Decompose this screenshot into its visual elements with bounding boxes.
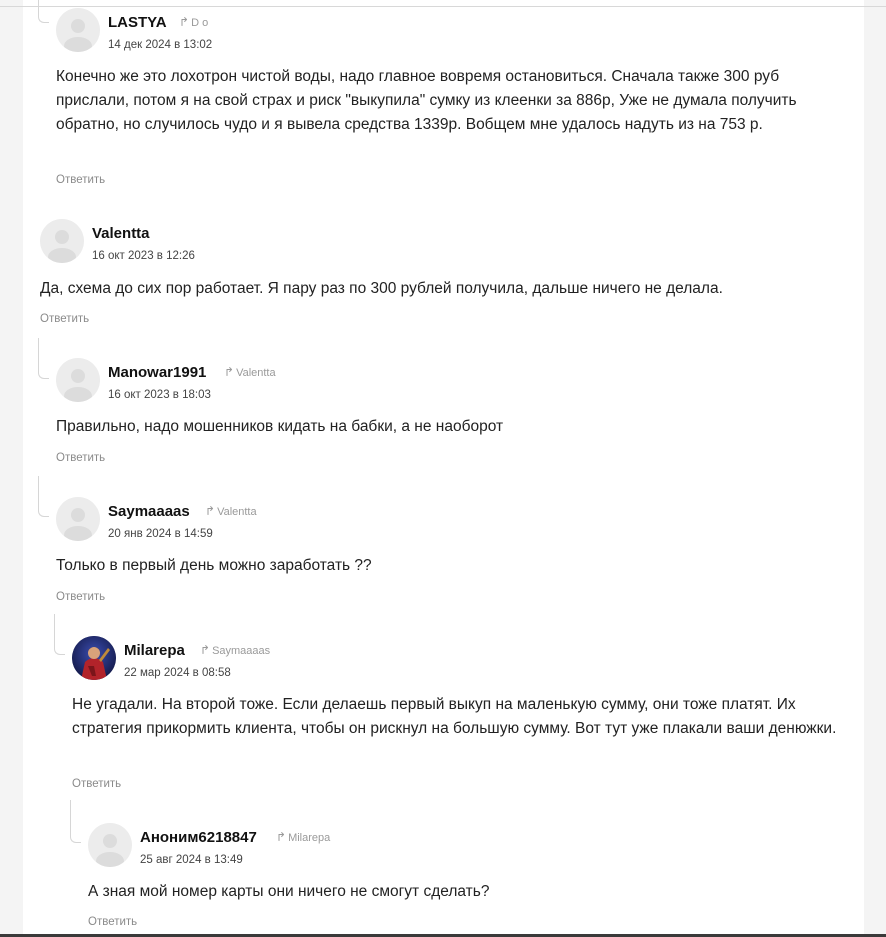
author-name[interactable]: Аноним6218847 bbox=[140, 829, 257, 846]
comment: Saymaaaas ↱ Valentta 20 янв 2024 в 14:59 … bbox=[56, 497, 846, 607]
comment-text: Да, схема до сих пор работает. Я пару ра… bbox=[40, 280, 723, 297]
user-placeholder-icon bbox=[56, 8, 100, 52]
author-name[interactable]: Milarepa bbox=[124, 642, 185, 659]
reply-button[interactable]: Ответить bbox=[56, 174, 105, 186]
comment-date: 22 мар 2024 в 08:58 bbox=[124, 667, 231, 679]
comment-date: 25 авг 2024 в 13:49 bbox=[140, 854, 243, 866]
reply-button[interactable]: Ответить bbox=[72, 778, 121, 790]
thread-line bbox=[38, 0, 49, 23]
reply-to-label[interactable]: ↱ Valentta bbox=[205, 504, 257, 518]
author-name[interactable]: Manowar1991 bbox=[108, 364, 206, 381]
comment: Manowar1991 ↱ Valentta 16 окт 2023 в 18:0… bbox=[56, 358, 846, 468]
thread-line bbox=[38, 476, 49, 517]
reply-arrow-icon: ↱ bbox=[179, 15, 190, 29]
comment-text: Только в первый день можно заработать ?? bbox=[56, 557, 372, 574]
comment-text: Конечно же это лохотрон чистой воды, над… bbox=[56, 68, 797, 133]
avatar[interactable] bbox=[40, 219, 84, 263]
comment: Milarepa ↱ Saymaaaas 22 мар 2024 в 08:58 … bbox=[72, 636, 847, 796]
reply-button[interactable]: Ответить bbox=[88, 916, 137, 928]
thread-line bbox=[38, 338, 49, 379]
reply-button[interactable]: Ответить bbox=[56, 452, 105, 464]
comment-text: А зная мой номер карты они ничего не смо… bbox=[88, 883, 490, 900]
avatar[interactable] bbox=[56, 497, 100, 541]
avatar[interactable] bbox=[88, 823, 132, 867]
comment: Valentta 16 окт 2023 в 12:26 Да, схема д… bbox=[40, 219, 850, 329]
author-name[interactable]: LASTYA bbox=[108, 14, 167, 31]
reply-to-label[interactable]: ↱ D o bbox=[179, 15, 208, 29]
reply-arrow-icon: ↱ bbox=[200, 643, 211, 657]
comment: Аноним6218847 ↱ Milarepa 25 авг 2024 в 13… bbox=[88, 823, 848, 933]
thread-line bbox=[54, 614, 65, 655]
reply-button[interactable]: Ответить bbox=[56, 591, 105, 603]
comment-date: 20 янв 2024 в 14:59 bbox=[108, 528, 213, 540]
reply-arrow-icon: ↱ bbox=[224, 365, 235, 379]
avatar[interactable] bbox=[72, 636, 116, 680]
reply-to-label[interactable]: ↱ Saymaaaas bbox=[200, 643, 270, 657]
user-placeholder-icon bbox=[88, 823, 132, 867]
user-avatar-image bbox=[72, 636, 116, 680]
reply-to-label[interactable]: ↱ Valentta bbox=[224, 365, 276, 379]
avatar[interactable] bbox=[56, 8, 100, 52]
comment: LASTYA ↱ D o 14 дек 2024 в 13:02 Конечно … bbox=[56, 8, 856, 193]
thread-line bbox=[70, 800, 81, 843]
comment-date: 16 окт 2023 в 12:26 bbox=[92, 250, 195, 262]
divider bbox=[0, 6, 886, 7]
reply-arrow-icon: ↱ bbox=[276, 830, 287, 844]
author-name[interactable]: Valentta bbox=[92, 225, 150, 242]
comment-text: Правильно, надо мошенников кидать на баб… bbox=[56, 418, 504, 435]
comment-date: 14 дек 2024 в 13:02 bbox=[108, 39, 213, 51]
author-name[interactable]: Saymaaaas bbox=[108, 503, 190, 520]
comment-date: 16 окт 2023 в 18:03 bbox=[108, 389, 211, 401]
reply-to-label[interactable]: ↱ Milarepa bbox=[276, 830, 330, 844]
user-placeholder-icon bbox=[56, 497, 100, 541]
user-placeholder-icon bbox=[40, 219, 84, 263]
avatar[interactable] bbox=[56, 358, 100, 402]
reply-arrow-icon: ↱ bbox=[205, 504, 216, 518]
comment-text: Не угадали. На второй тоже. Если делаешь… bbox=[72, 696, 837, 737]
user-placeholder-icon bbox=[56, 358, 100, 402]
reply-button[interactable]: Ответить bbox=[40, 313, 89, 325]
